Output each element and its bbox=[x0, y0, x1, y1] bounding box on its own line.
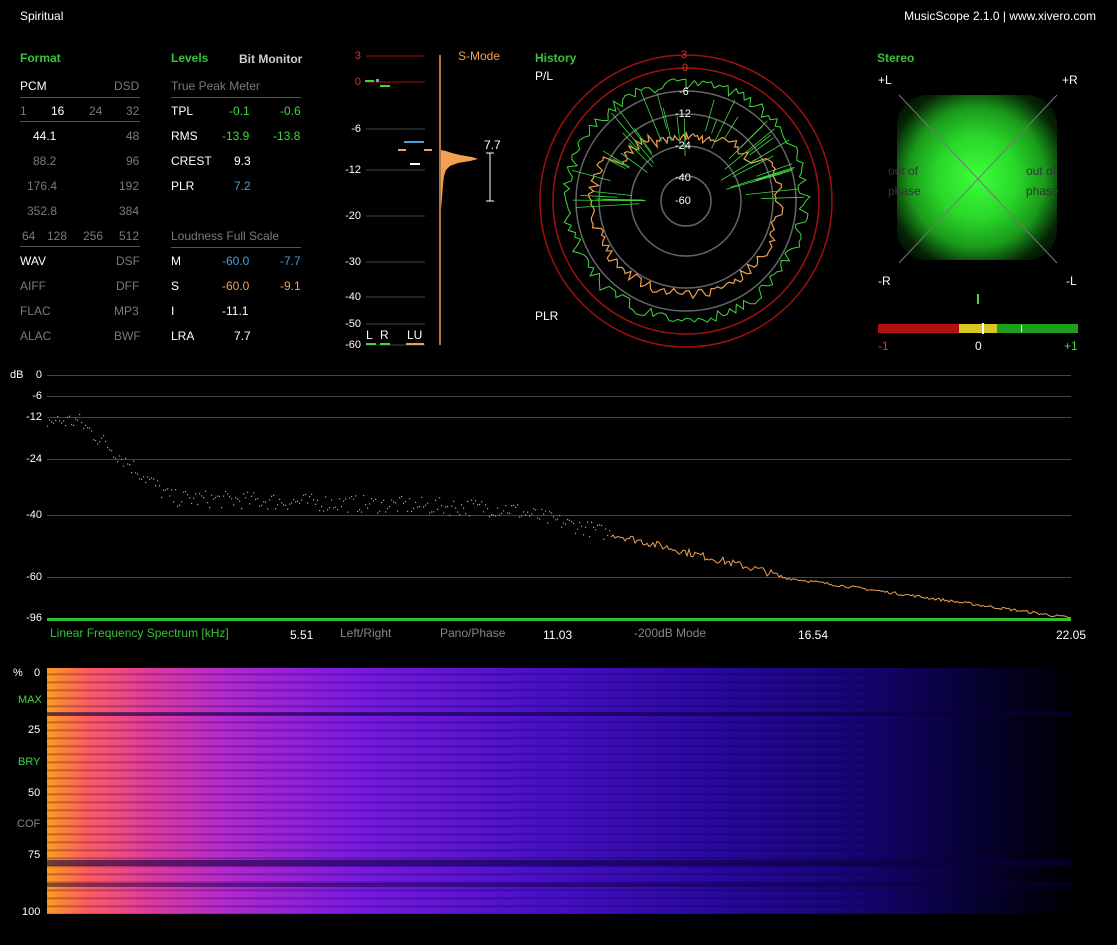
pano-phase-mode[interactable]: Pano/Phase bbox=[440, 626, 505, 640]
spectrogram-tick-0: 0 bbox=[34, 667, 41, 679]
cof-button[interactable]: COF bbox=[17, 818, 40, 830]
spectrogram-tick-50: 50 bbox=[28, 787, 41, 799]
freq-tick-11-03: 11.03 bbox=[543, 628, 573, 642]
left-right-mode[interactable]: Left/Right bbox=[340, 626, 391, 640]
freq-tick-16-54: 16.54 bbox=[798, 628, 829, 642]
freq-tick-5-51: 5.51 bbox=[290, 628, 314, 642]
spectrogram-tick-100: 100 bbox=[22, 906, 41, 918]
spectrogram-tick-75: 75 bbox=[28, 849, 41, 861]
spectrogram-image bbox=[47, 668, 1071, 914]
spectrogram-percent-label: % bbox=[13, 667, 23, 679]
spectrum-axis-label: Linear Frequency Spectrum [kHz] bbox=[50, 626, 229, 640]
max-button[interactable]: MAX bbox=[18, 694, 42, 706]
minus-200db-mode[interactable]: -200dB Mode bbox=[634, 626, 706, 640]
bry-button[interactable]: BRY bbox=[18, 756, 40, 768]
freq-tick-22-05: 22.05 bbox=[1056, 628, 1087, 642]
spectrogram-tick-25: 25 bbox=[28, 724, 41, 736]
